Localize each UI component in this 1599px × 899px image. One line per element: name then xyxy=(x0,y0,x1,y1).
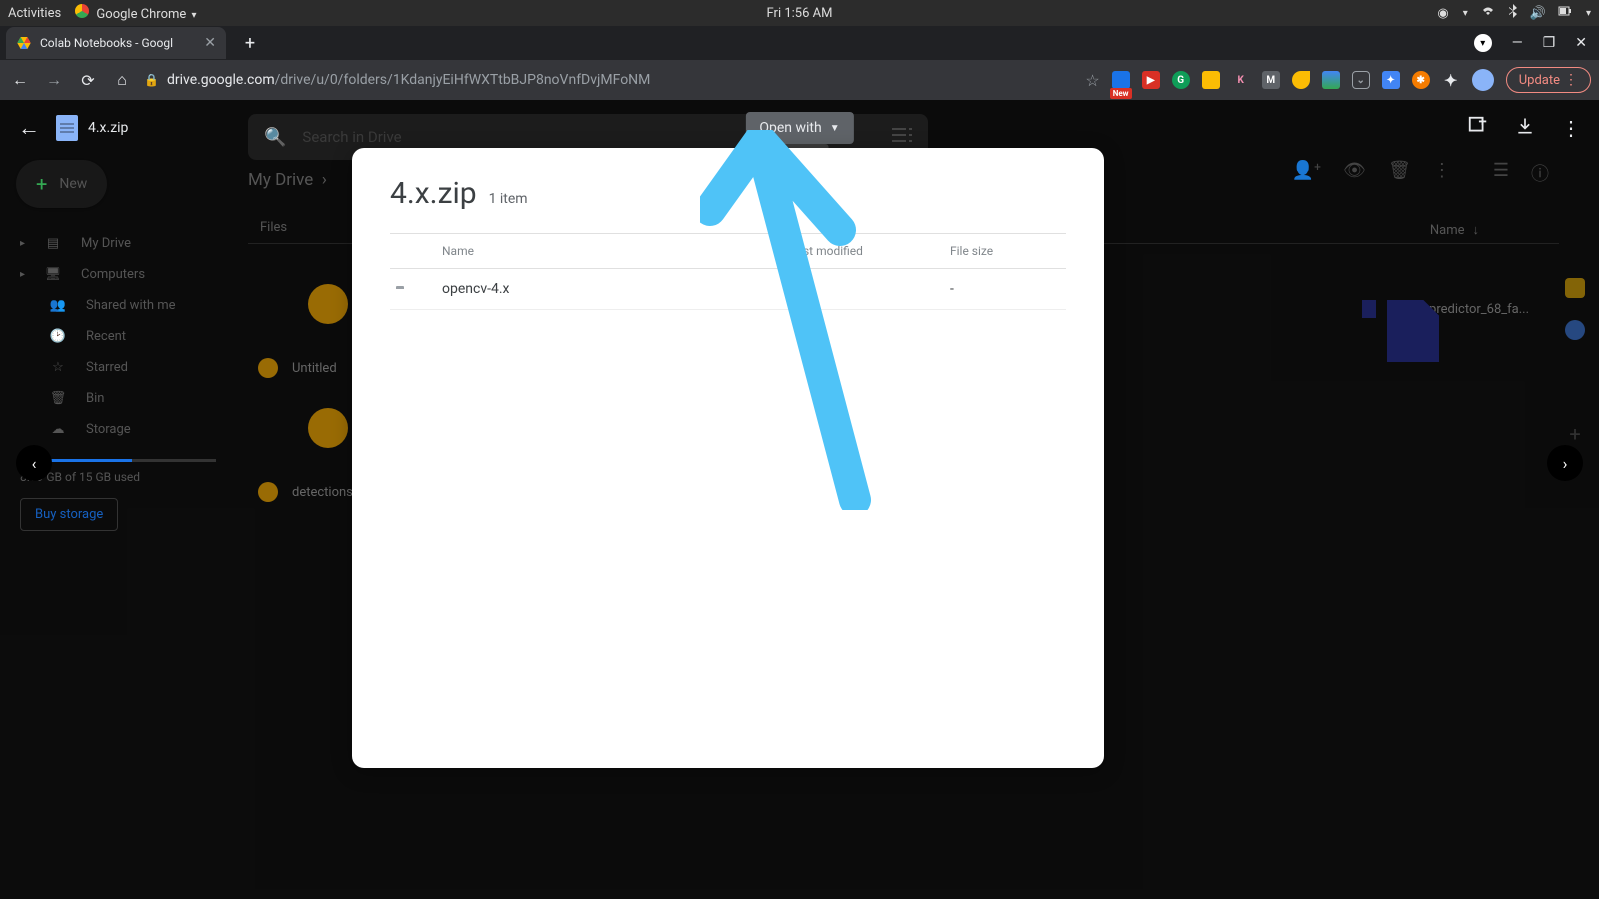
nav-back-button[interactable]: ← xyxy=(8,70,32,90)
row-name: opencv-4.x xyxy=(442,281,790,297)
url-host: drive.google.com xyxy=(167,72,275,88)
drive-favicon-icon xyxy=(16,35,32,51)
extension-icon[interactable]: ✦ xyxy=(1382,71,1400,89)
incognito-icon: ▾ xyxy=(1474,34,1492,52)
active-app[interactable]: Google Chrome ▾ xyxy=(75,4,196,22)
update-button[interactable]: Update ⋮ xyxy=(1506,67,1591,93)
zip-file-icon xyxy=(56,115,78,141)
zip-preview-modal: 4.x.zip 1 item Name Last modified File s… xyxy=(352,148,1104,768)
browser-tab[interactable]: Colab Notebooks - Googl ✕ xyxy=(6,27,226,59)
modal-title: 4.x.zip xyxy=(390,176,477,211)
chevron-down-icon: ▾ xyxy=(192,10,197,21)
extension-icon[interactable] xyxy=(1202,71,1220,89)
bookmark-star-icon[interactable]: ☆ xyxy=(1085,71,1099,90)
minimize-button[interactable]: — xyxy=(1512,35,1523,51)
download-button[interactable] xyxy=(1515,116,1535,141)
open-with-label: Open with xyxy=(759,120,821,136)
chevron-down-icon: ▾ xyxy=(1586,8,1591,19)
activities-label[interactable]: Activities xyxy=(8,6,61,21)
extension-icon[interactable] xyxy=(1292,71,1310,89)
nav-home-button[interactable]: ⌂ xyxy=(110,70,134,90)
battery-icon[interactable] xyxy=(1558,5,1572,21)
col-name: Name xyxy=(442,244,790,258)
extension-icon[interactable]: M xyxy=(1262,71,1280,89)
system-topbar: Activities Google Chrome ▾ Fri 1:56 AM ◉… xyxy=(0,0,1599,26)
modal-item-count: 1 item xyxy=(489,191,528,207)
profile-avatar[interactable] xyxy=(1472,69,1494,91)
lock-icon: 🔒 xyxy=(144,73,159,87)
back-button[interactable]: ← xyxy=(18,115,40,141)
next-file-button[interactable]: › xyxy=(1547,445,1583,481)
accessibility-icon[interactable]: ◉ xyxy=(1437,6,1448,21)
open-with-button[interactable]: Open with ▼ xyxy=(745,112,853,144)
clock[interactable]: Fri 1:56 AM xyxy=(767,6,833,21)
table-header: Name Last modified File size xyxy=(390,233,1066,269)
tab-close-icon[interactable]: ✕ xyxy=(204,35,216,51)
nav-reload-button[interactable]: ⟳ xyxy=(76,71,100,90)
maximize-button[interactable]: ❐ xyxy=(1543,35,1556,51)
active-app-label: Google Chrome xyxy=(96,7,186,22)
prev-file-button[interactable]: ‹ xyxy=(16,445,52,481)
extension-icon[interactable]: ✱ xyxy=(1412,71,1430,89)
browser-addressbar: ← → ⟳ ⌂ 🔒 drive.google.com/drive/u/0/fol… xyxy=(0,60,1599,100)
chrome-icon xyxy=(75,4,89,18)
new-tab-button[interactable]: + xyxy=(236,33,264,54)
col-modified: Last modified xyxy=(790,244,950,258)
browser-tabbar: Colab Notebooks - Googl ✕ + ▾ — ❐ ✕ xyxy=(0,26,1599,60)
chevron-down-icon: ▾ xyxy=(1463,8,1468,19)
extension-icon[interactable]: ▶ xyxy=(1142,71,1160,89)
extension-icon[interactable] xyxy=(1322,71,1340,89)
more-actions-button[interactable]: ⋮ xyxy=(1561,116,1581,140)
row-size: - xyxy=(950,281,1060,297)
nav-forward-button[interactable]: → xyxy=(42,70,66,90)
file-name: 4.x.zip xyxy=(88,120,128,136)
table-row[interactable]: opencv-4.x - xyxy=(390,269,1066,310)
extension-icon[interactable]: G xyxy=(1172,71,1190,89)
wifi-icon[interactable] xyxy=(1480,5,1496,21)
url-bar[interactable]: 🔒 drive.google.com/drive/u/0/folders/1Kd… xyxy=(144,72,1075,88)
file-chip: 4.x.zip xyxy=(56,115,128,141)
extension-icon[interactable]: New xyxy=(1112,71,1130,89)
extension-icon[interactable]: ⌄ xyxy=(1352,71,1370,89)
col-size: File size xyxy=(950,244,1060,258)
update-label: Update xyxy=(1519,73,1560,88)
url-path: /drive/u/0/folders/1KdanjyEiHfWXTtbBJP8n… xyxy=(275,72,651,88)
extension-icon[interactable]: K xyxy=(1232,71,1250,89)
extensions-menu-icon[interactable]: ✦ xyxy=(1442,71,1460,89)
caret-down-icon: ▼ xyxy=(830,123,840,134)
bluetooth-icon[interactable] xyxy=(1508,4,1518,22)
volume-icon[interactable]: 🔊 xyxy=(1530,6,1546,21)
close-window-button[interactable]: ✕ xyxy=(1575,35,1587,51)
tab-title: Colab Notebooks - Googl xyxy=(40,36,196,50)
add-to-drive-button[interactable] xyxy=(1467,115,1489,142)
